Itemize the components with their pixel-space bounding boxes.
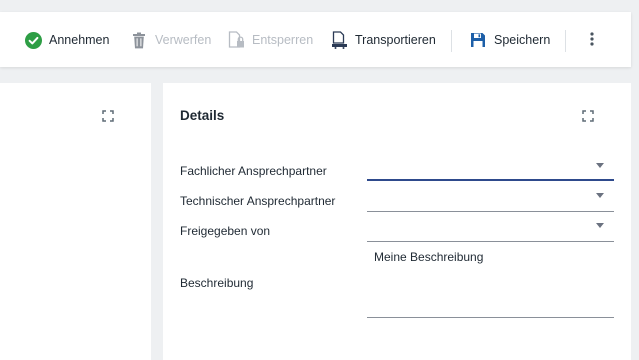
- toolbar-divider: [565, 30, 566, 52]
- business-contact-label: Fachlicher Ansprechpartner: [180, 164, 327, 178]
- unlock-button-label: Entsperren: [252, 33, 314, 47]
- technical-contact-label: Technischer Ansprechpartner: [180, 194, 336, 208]
- save-button[interactable]: Speichern: [469, 29, 550, 51]
- more-options-button[interactable]: [583, 30, 601, 52]
- toolbar: Annehmen Verwerfen Entsperren Transporti…: [0, 12, 631, 67]
- chevron-down-icon[interactable]: [596, 163, 604, 168]
- chevron-down-icon[interactable]: [596, 223, 604, 228]
- accept-button-label: Annehmen: [49, 33, 110, 47]
- description-label: Beschreibung: [180, 276, 254, 290]
- document-transport-icon: [330, 31, 348, 49]
- floppy-disk-icon: [469, 31, 487, 49]
- save-button-label: Speichern: [494, 33, 551, 47]
- field-underline: [367, 211, 614, 212]
- field-underline: [367, 317, 614, 318]
- trash-icon: [130, 31, 148, 49]
- expand-icon[interactable]: [582, 109, 596, 123]
- chevron-down-icon[interactable]: [596, 193, 604, 198]
- unlock-button[interactable]: Entsperren: [227, 29, 313, 51]
- field-underline: [367, 241, 614, 242]
- discard-button[interactable]: Verwerfen: [130, 29, 211, 51]
- toolbar-divider: [451, 30, 452, 52]
- discard-button-label: Verwerfen: [155, 33, 212, 47]
- panel-title: Details: [180, 108, 225, 123]
- transport-button[interactable]: Transportieren: [330, 29, 436, 51]
- accept-button[interactable]: Annehmen: [24, 29, 109, 51]
- description-value: Meine Beschreibung: [374, 250, 484, 264]
- check-circle-icon: [24, 31, 42, 49]
- approved-by-label: Freigegeben von: [180, 224, 271, 238]
- document-lock-icon: [227, 31, 245, 49]
- more-vertical-icon: [590, 31, 594, 51]
- transport-button-label: Transportieren: [355, 33, 436, 47]
- field-underline: [367, 179, 614, 181]
- left-panel: [0, 83, 151, 360]
- details-panel: Details Fachlicher Ansprechpartner Techn…: [163, 83, 631, 360]
- expand-icon[interactable]: [102, 109, 116, 123]
